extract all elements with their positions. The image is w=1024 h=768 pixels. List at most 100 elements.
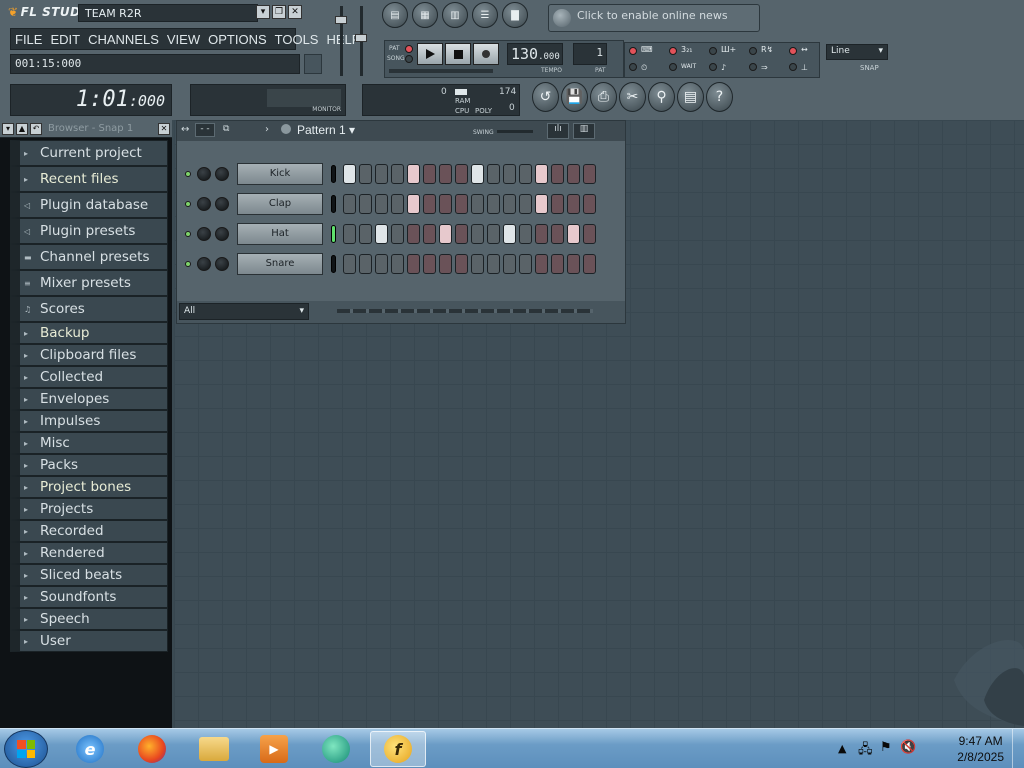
step-button[interactable] [439, 254, 452, 274]
step-button[interactable] [583, 254, 596, 274]
swing-slider[interactable] [497, 130, 533, 133]
taskbar-firefox[interactable] [124, 731, 180, 767]
network-icon[interactable]: 🖧 [858, 740, 873, 762]
minimize-button[interactable]: ▾ [256, 5, 270, 19]
menu-channels[interactable]: CHANNELS [84, 32, 163, 47]
channel-volume-knob[interactable] [215, 257, 229, 271]
step-button[interactable] [487, 164, 500, 184]
taskbar-internet-explorer[interactable]: e [62, 731, 118, 767]
resize-icon[interactable]: ↔ [181, 124, 189, 135]
step-button[interactable] [439, 164, 452, 184]
pattern-chevron-icon[interactable]: › [265, 124, 269, 135]
step-button[interactable] [359, 194, 372, 214]
step-button[interactable] [535, 254, 548, 274]
wait-label[interactable]: WAIT [681, 63, 696, 70]
browser-item-impulses[interactable]: ▸ Impulses [10, 410, 168, 432]
help-icon[interactable]: ? [706, 82, 733, 112]
volume-muted-icon[interactable]: 🔇 [900, 740, 916, 755]
metronome-icon[interactable]: ⏲ [641, 63, 647, 73]
mixer-view-icon[interactable]: ▇ [502, 2, 528, 28]
channel-mute-led[interactable] [185, 201, 191, 207]
step-button[interactable] [439, 194, 452, 214]
browser-item-packs[interactable]: ▸ Packs [10, 454, 168, 476]
step-button[interactable] [503, 194, 516, 214]
step-button[interactable] [567, 224, 580, 244]
record-automation-icon[interactable]: R↯ [761, 45, 773, 54]
step-button[interactable] [487, 224, 500, 244]
browser-item-rendered[interactable]: ▸ Rendered [10, 542, 168, 564]
action-center-flag-icon[interactable]: ⚑ [880, 740, 892, 755]
step-button[interactable] [583, 194, 596, 214]
step-button[interactable] [471, 254, 484, 274]
browser-item-channel-presets[interactable]: ▬ Channel presets [10, 244, 168, 270]
close-button[interactable]: ✕ [288, 5, 302, 19]
step-button[interactable] [567, 254, 580, 274]
step-button[interactable] [423, 194, 436, 214]
step-button[interactable] [535, 194, 548, 214]
step-button[interactable] [503, 164, 516, 184]
browser-item-backup[interactable]: ▸ Backup [10, 322, 168, 344]
step-button[interactable] [343, 224, 356, 244]
graph-editor-icon[interactable]: ılı [547, 123, 569, 139]
save-icon[interactable]: 💾 [561, 82, 588, 112]
step-button[interactable] [423, 254, 436, 274]
project-title-field[interactable]: TEAM R2R [78, 4, 258, 22]
mixer-link-led[interactable] [789, 63, 797, 71]
step-button[interactable] [471, 224, 484, 244]
step-button[interactable] [423, 164, 436, 184]
search-icon[interactable]: ⚲ [648, 82, 675, 112]
channel-pan-knob[interactable] [197, 227, 211, 241]
step-button[interactable] [343, 164, 356, 184]
snap-select[interactable]: Line ▾ [826, 44, 888, 60]
step-button[interactable] [455, 194, 468, 214]
channel-pan-knob[interactable] [197, 257, 211, 271]
master-pitch-knob[interactable] [355, 34, 367, 42]
record-button[interactable] [473, 43, 499, 65]
step-button[interactable] [519, 164, 532, 184]
pattern-title[interactable]: Pattern 1 ▾ [287, 123, 355, 137]
record-automation-led[interactable] [749, 47, 757, 55]
channel-mute-led[interactable] [185, 261, 191, 267]
step-button[interactable] [391, 224, 404, 244]
typing-keyboard-icon[interactable]: ⌨ [641, 45, 653, 54]
step-button[interactable] [359, 254, 372, 274]
step-button[interactable] [535, 164, 548, 184]
taskbar-file-explorer[interactable] [186, 731, 242, 767]
browser-item-current-project[interactable]: ▸ Current project [10, 140, 168, 166]
show-hidden-icons-icon[interactable]: ▲ [838, 742, 846, 755]
step-sequencer-view-icon[interactable]: ▦ [412, 2, 438, 28]
step-button[interactable] [375, 224, 388, 244]
loop-record-icon[interactable]: ↔ [801, 45, 808, 54]
clock[interactable]: 9:47 AM 2/8/2025 [957, 733, 1004, 765]
step-button[interactable] [391, 254, 404, 274]
menu-view[interactable]: VIEW [163, 32, 204, 47]
step-button[interactable] [391, 164, 404, 184]
step-button[interactable] [423, 224, 436, 244]
channel-pan-knob[interactable] [197, 167, 211, 181]
browser-item-projects[interactable]: ▸ Projects [10, 498, 168, 520]
step-button[interactable] [487, 254, 500, 274]
undo-icon[interactable]: ↺ [532, 82, 559, 112]
step-button[interactable] [551, 164, 564, 184]
menu-options[interactable]: OPTIONS [204, 32, 271, 47]
browser-back-icon[interactable]: ↶ [30, 122, 42, 135]
channel-mute-led[interactable] [185, 231, 191, 237]
step-button[interactable] [503, 254, 516, 274]
browser-item-user[interactable]: ▸ User [10, 630, 168, 652]
step-button[interactable] [359, 224, 372, 244]
piano-roll-view-icon[interactable]: ▥ [442, 2, 468, 28]
step-button[interactable] [471, 164, 484, 184]
menu-file[interactable]: FILE [11, 32, 46, 47]
step-button[interactable] [407, 164, 420, 184]
channel-button-snare[interactable]: Snare [237, 253, 323, 275]
channel-button-hat[interactable]: Hat [237, 223, 323, 245]
step-button[interactable] [455, 224, 468, 244]
cut-icon[interactable]: ✂ [619, 82, 646, 112]
taskbar-messenger[interactable] [308, 731, 364, 767]
show-desktop-button[interactable] [1012, 729, 1024, 768]
restore-button[interactable]: ❐ [272, 5, 286, 19]
step-button[interactable] [567, 194, 580, 214]
countdown-led[interactable] [669, 47, 677, 55]
song-time-display[interactable]: 1:01:000 [10, 84, 172, 116]
step-button[interactable] [343, 254, 356, 274]
